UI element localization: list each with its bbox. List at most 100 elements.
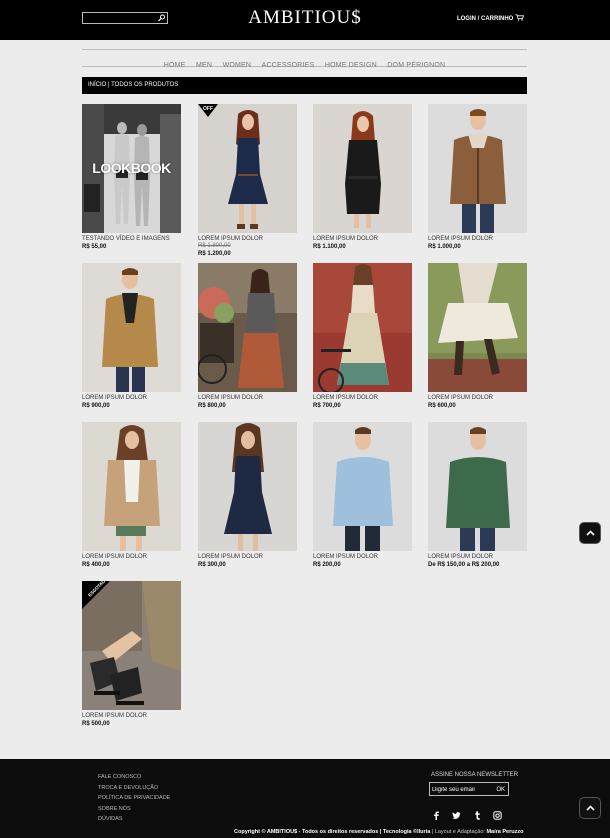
product-price: R$ 800,00 — [198, 403, 226, 409]
login-link[interactable]: LOGIN — [457, 16, 476, 22]
nav-dom-perignon[interactable]: DOM PÉRIGNON — [387, 62, 445, 69]
product-name[interactable]: LOREM IPSUM DOLOR — [198, 395, 297, 401]
product-price: R$ 55,00 — [82, 244, 107, 250]
site-logo[interactable]: AMBITIOU$ — [205, 7, 405, 29]
account-links: LOGIN / CARRINHO — [457, 14, 525, 23]
nav-women[interactable]: WOMEN — [223, 62, 252, 69]
product-name[interactable]: TESTANDO VÍDEO E IMAGENS — [82, 236, 181, 242]
product-card[interactable]: LOREM IPSUM DOLOR R$ 300,00 — [198, 422, 297, 568]
scroll-top-button[interactable] — [579, 522, 601, 544]
tumblr-icon[interactable] — [473, 807, 482, 820]
search-icon[interactable] — [157, 14, 166, 22]
product-image[interactable] — [313, 104, 412, 233]
svg-text:OFF: OFF — [203, 106, 213, 112]
product-price: R$ 1.000,00 — [428, 244, 461, 250]
social-links — [432, 803, 509, 821]
product-image[interactable] — [313, 422, 412, 551]
product-card[interactable]: ESGOTADO LOREM IPSUM DOLOR R$ 500,00 — [82, 581, 181, 727]
twitter-icon[interactable] — [452, 807, 462, 820]
instagram-icon[interactable] — [493, 807, 503, 820]
product-card[interactable]: LOREM IPSUM DOLOR R$ 900,00 — [82, 263, 181, 409]
product-image[interactable]: ESGOTADO — [82, 581, 181, 710]
nav-accessories[interactable]: ACCESSORIES — [262, 62, 315, 69]
nav-men[interactable]: MEN — [196, 62, 212, 69]
chevron-up-icon — [586, 530, 595, 536]
product-image[interactable]: OFF — [198, 104, 297, 233]
product-name[interactable]: LOREM IPSUM DOLOR — [428, 554, 527, 560]
product-name[interactable]: LOREM IPSUM DOLOR — [82, 554, 181, 560]
breadcrumb: INÍCIO | TODOS OS PRODUTOS — [82, 77, 527, 94]
product-card[interactable]: LOREM IPSUM DOLOR R$ 600,00 — [428, 263, 527, 409]
product-card[interactable]: LOREM IPSUM DOLOR De R$ 150,00 a R$ 200,… — [428, 422, 527, 568]
product-price: R$ 300,00 — [198, 562, 226, 568]
newsletter-email-input[interactable] — [432, 785, 488, 794]
main-nav: HOME MEN WOMEN ACCESSORIES HOME DESIGN D… — [82, 49, 527, 69]
product-card[interactable]: LOREM IPSUM DOLOR R$ 1.100,00 — [313, 104, 412, 250]
product-price: R$ 700,00 — [313, 403, 341, 409]
newsletter-form: OK — [429, 782, 509, 796]
copyright-author[interactable]: Maíra Peruzzo — [486, 829, 523, 835]
site-header: AMBITIOU$ LOGIN / CARRINHO — [0, 0, 610, 40]
product-name[interactable]: LOREM IPSUM DOLOR — [313, 236, 412, 242]
product-image[interactable] — [428, 263, 527, 392]
product-card[interactable]: LOREM IPSUM DOLOR R$ 200,00 — [313, 422, 412, 568]
product-image[interactable] — [82, 422, 181, 551]
scroll-top-button[interactable] — [579, 797, 601, 819]
product-image[interactable] — [198, 263, 297, 392]
product-image[interactable] — [82, 263, 181, 392]
product-price: De R$ 150,00 a R$ 200,00 — [428, 562, 500, 568]
site-footer: FALE CONOSCO TROCA E DEVOLUÇÃO POLÍTICA … — [0, 759, 610, 838]
product-price: R$ 400,00 — [82, 562, 110, 568]
copyright: Copyright © AMBITIOU$ - Todos os direito… — [234, 829, 523, 835]
product-name[interactable]: LOREM IPSUM DOLOR — [198, 236, 297, 242]
facebook-icon[interactable] — [432, 807, 441, 821]
newsletter-title: ASSINE NOSSA NEWSLETTER — [431, 772, 519, 778]
footer-link-about[interactable]: SOBRE NÓS — [98, 804, 170, 815]
product-image[interactable] — [313, 263, 412, 392]
product-price: R$ 1.200,00 — [198, 251, 231, 257]
product-image[interactable] — [198, 422, 297, 551]
product-card[interactable]: LOREM IPSUM DOLOR R$ 1.000,00 — [428, 104, 527, 250]
search-box[interactable] — [82, 12, 168, 24]
footer-link-contact[interactable]: FALE CONOSCO — [98, 772, 170, 783]
product-name[interactable]: LOREM IPSUM DOLOR — [82, 395, 181, 401]
lookbook-overlay: LOOKBOOK — [92, 160, 171, 176]
cart-icon[interactable] — [515, 14, 525, 21]
copyright-prefix: Copyright © AMBITIOU$ - Todos os direito… — [234, 829, 382, 835]
product-card[interactable]: LOOKBOOK TESTANDO VÍDEO E IMAGENS R$ 55,… — [82, 104, 181, 250]
product-name[interactable]: LOREM IPSUM DOLOR — [313, 554, 412, 560]
product-price: R$ 900,00 — [82, 403, 110, 409]
product-price: R$ 600,00 — [428, 403, 456, 409]
nav-home[interactable]: HOME — [164, 62, 186, 69]
product-old-price: R$ 1.800,00 — [198, 243, 231, 249]
product-card[interactable]: LOREM IPSUM DOLOR R$ 800,00 — [198, 263, 297, 409]
off-badge: OFF — [198, 104, 218, 117]
footer-links: FALE CONOSCO TROCA E DEVOLUÇÃO POLÍTICA … — [98, 772, 170, 825]
product-name[interactable]: LOREM IPSUM DOLOR — [82, 713, 181, 719]
nav-home-design[interactable]: HOME DESIGN — [325, 62, 377, 69]
account-separator: / — [477, 16, 480, 23]
product-name[interactable]: LOREM IPSUM DOLOR — [313, 395, 412, 401]
product-price: R$ 500,00 — [82, 721, 110, 727]
product-card[interactable]: OFF LOREM IPSUM DOLOR R$ 1.800,00 R$ 1.2… — [198, 104, 297, 257]
footer-link-faq[interactable]: DÚVIDAS — [98, 814, 170, 825]
cart-link[interactable]: CARRINHO — [481, 16, 513, 22]
product-price: R$ 1.100,00 — [313, 244, 346, 250]
product-image[interactable]: LOOKBOOK — [82, 104, 181, 233]
product-card[interactable]: LOREM IPSUM DOLOR R$ 400,00 — [82, 422, 181, 568]
copyright-tech[interactable]: Tecnologia ©Iluria — [383, 829, 430, 835]
footer-link-returns[interactable]: TROCA E DEVOLUÇÃO — [98, 783, 170, 794]
product-image[interactable] — [428, 422, 527, 551]
footer-link-privacy[interactable]: POLÍTICA DE PRIVACIDADE — [98, 793, 170, 804]
product-price: R$ 200,00 — [313, 562, 341, 568]
search-input[interactable] — [85, 13, 155, 23]
copyright-mid: | Layout e Adaptação: — [431, 829, 485, 835]
chevron-up-icon — [586, 805, 595, 811]
product-card[interactable]: LOREM IPSUM DOLOR R$ 700,00 — [313, 263, 412, 409]
newsletter-ok-button[interactable]: OK — [496, 784, 505, 795]
product-name[interactable]: LOREM IPSUM DOLOR — [428, 236, 527, 242]
sold-out-badge: ESGOTADO — [82, 581, 110, 609]
product-name[interactable]: LOREM IPSUM DOLOR — [198, 554, 297, 560]
product-image[interactable] — [428, 104, 527, 233]
product-name[interactable]: LOREM IPSUM DOLOR — [428, 395, 527, 401]
